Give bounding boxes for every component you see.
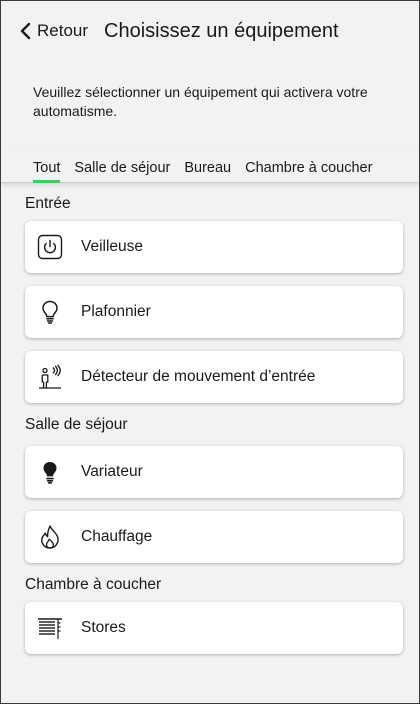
header: Retour Choisissez un équipement: [1, 1, 419, 61]
device-card-chauffage[interactable]: Chauffage: [25, 511, 403, 563]
room-tabs: Tout Salle de séjour Bureau Chambre à co…: [1, 149, 419, 183]
device-card-plafonnier[interactable]: Plafonnier: [25, 286, 403, 338]
tab-bureau[interactable]: Bureau: [184, 160, 231, 182]
back-button[interactable]: Retour: [19, 21, 88, 41]
power-button-icon: [37, 234, 63, 260]
dimmer-bulb-icon: [37, 459, 63, 485]
motion-sensor-icon: [37, 364, 63, 390]
section-title-salle-de-sejour: Salle de séjour: [25, 416, 128, 433]
tab-salle-de-sejour[interactable]: Salle de séjour: [74, 160, 170, 182]
flame-icon: [37, 524, 63, 550]
screen: Retour Choisissez un équipement Veuillez…: [0, 0, 420, 704]
tab-chambre-a-coucher[interactable]: Chambre à coucher: [245, 160, 372, 182]
device-label: Détecteur de mouvement d’entrée: [81, 368, 316, 385]
device-label: Plafonnier: [81, 303, 151, 320]
page-title: Choisissez un équipement: [104, 19, 339, 42]
blinds-icon: [37, 615, 63, 641]
chevron-left-icon: [20, 22, 31, 40]
device-list: Entrée Veilleuse Plafonnier Détecteur de…: [1, 183, 419, 654]
device-label: Veilleuse: [81, 238, 144, 255]
device-card-veilleuse[interactable]: Veilleuse: [25, 221, 403, 273]
section-title-entree: Entrée: [25, 195, 71, 212]
device-card-stores[interactable]: Stores: [25, 602, 403, 654]
device-label: Variateur: [81, 463, 143, 480]
section-title-chambre-a-coucher: Chambre à coucher: [25, 576, 162, 593]
device-label: Stores: [81, 619, 126, 636]
back-label: Retour: [37, 21, 89, 40]
device-label: Chauffage: [81, 528, 153, 545]
device-card-variateur[interactable]: Variateur: [25, 446, 403, 498]
light-bulb-icon: [37, 299, 63, 325]
device-card-detecteur-mouvement[interactable]: Détecteur de mouvement d’entrée: [25, 351, 403, 403]
description-text: Veuillez sélectionner un équipement qui …: [33, 84, 368, 119]
tab-tout[interactable]: Tout: [33, 160, 61, 183]
